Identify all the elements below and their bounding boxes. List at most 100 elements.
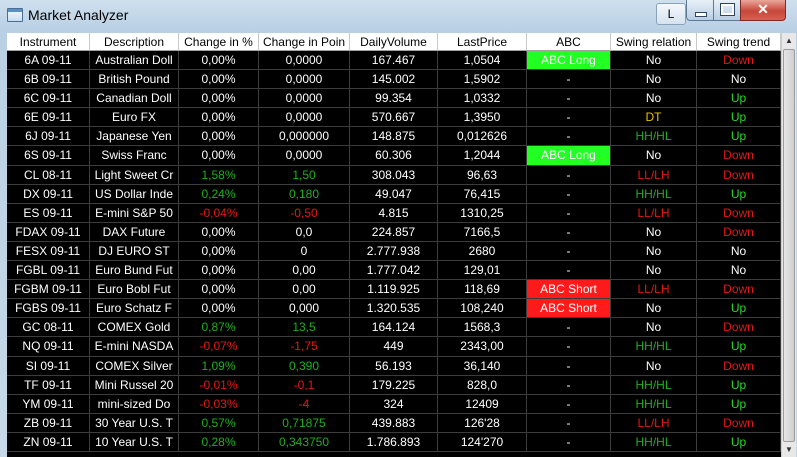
cell-description: Canadian Doll bbox=[90, 89, 179, 109]
cell-change-points: 0,180 bbox=[259, 184, 350, 204]
cell-change-points: 0,00 bbox=[259, 280, 350, 300]
table-row[interactable]: 6A 09-11 Australian Doll 0,00% 0,0000 167.46… bbox=[7, 51, 781, 71]
cell-swing-trend: No bbox=[697, 241, 781, 262]
column-header-daily-volume[interactable]: DailyVolume bbox=[350, 33, 438, 51]
cell-last-price: 1568,3 bbox=[438, 318, 527, 338]
cell-change-points: 0,000 bbox=[259, 299, 350, 319]
cell-change-pct: -0,07% bbox=[179, 337, 259, 357]
grid-header: Instrument Description Change in % Chang… bbox=[7, 33, 781, 51]
cell-swing-relation: No bbox=[611, 299, 697, 319]
scroll-down-arrow-icon[interactable]: ▼ bbox=[782, 442, 796, 457]
cell-swing-relation: LL/LH bbox=[611, 203, 697, 223]
table-row[interactable]: ZB 09-11 30 Year U.S. T 0,57% 0,71875 439.88… bbox=[7, 413, 781, 433]
table-row[interactable]: FGBS 09-11 Euro Schatz F 0,00% 0,000 1.320.5… bbox=[7, 299, 781, 319]
cell-swing-trend: Down bbox=[697, 51, 781, 71]
table-row[interactable]: 6B 09-11 British Pound 0,00% 0,0000 145.002 1… bbox=[7, 70, 781, 90]
cell-change-pct: 0,28% bbox=[179, 432, 259, 452]
table-row[interactable]: FGBL 09-11 Euro Bund Fut 0,00% 0,00 1.777.04… bbox=[7, 261, 781, 281]
cell-instrument: NQ 09-11 bbox=[7, 337, 90, 357]
link-button[interactable]: L bbox=[656, 3, 686, 25]
cell-description: US Dollar Inde bbox=[90, 184, 179, 204]
table-row[interactable]: TF 09-11 Mini Russel 20 -0,01% -0,1 179.225 8… bbox=[7, 375, 781, 395]
table-row[interactable]: FDAX 09-11 DAX Future 0,00% 0,0 224.857 7166,… bbox=[7, 222, 781, 242]
cell-change-pct: -0,04% bbox=[179, 203, 259, 223]
cell-abc: - bbox=[527, 165, 611, 185]
cell-daily-volume: 224.857 bbox=[350, 222, 438, 242]
close-button[interactable]: ✕ bbox=[740, 0, 786, 21]
cell-change-points: -0,1 bbox=[259, 375, 350, 395]
cell-daily-volume: 99.354 bbox=[350, 89, 438, 109]
cell-abc: - bbox=[527, 89, 611, 109]
table-row[interactable]: YM 09-11 mini-sized Do -0,03% -4 324 12409- HH… bbox=[7, 394, 781, 414]
cell-last-price: 124'270 bbox=[438, 432, 527, 452]
cell-change-points: 0 bbox=[259, 241, 350, 262]
column-header-instrument[interactable]: Instrument bbox=[7, 33, 90, 51]
table-row[interactable]: 6S 09-11 Swiss Franc 0,00% 0,0000 60.306 1,20… bbox=[7, 146, 781, 166]
cell-description: DAX Future bbox=[90, 222, 179, 242]
cell-swing-relation: No bbox=[611, 222, 697, 242]
cell-change-points: 0,343750 bbox=[259, 432, 350, 452]
cell-change-pct: 0,00% bbox=[179, 51, 259, 71]
cell-change-points: 0,71875 bbox=[259, 413, 350, 433]
minimize-button[interactable] bbox=[686, 0, 714, 21]
cell-swing-trend: Up bbox=[697, 127, 781, 147]
cell-swing-relation: HH/HL bbox=[611, 375, 697, 395]
column-header-description[interactable]: Description bbox=[90, 33, 179, 51]
cell-last-price: 118,69 bbox=[438, 280, 527, 300]
column-header-change-points[interactable]: Change in Poin bbox=[259, 33, 350, 51]
cell-swing-trend: No bbox=[697, 70, 781, 90]
cell-change-pct: 0,00% bbox=[179, 222, 259, 242]
column-header-swing-trend[interactable]: Swing trend bbox=[697, 33, 781, 51]
cell-swing-trend: Down bbox=[697, 146, 781, 166]
cell-last-price: 1,3950 bbox=[438, 108, 527, 128]
cell-change-points: 1,50 bbox=[259, 165, 350, 185]
cell-description: E-mini NASDA bbox=[90, 337, 179, 357]
scroll-up-arrow-icon[interactable]: ▲ bbox=[782, 33, 796, 48]
cell-daily-volume: 148.875 bbox=[350, 127, 438, 147]
table-row[interactable]: 6E 09-11 Euro FX 0,00% 0,0000 570.667 1,3950-… bbox=[7, 108, 781, 128]
cell-daily-volume: 49.047 bbox=[350, 184, 438, 204]
cell-daily-volume: 1.777.042 bbox=[350, 261, 438, 281]
table-row[interactable]: 6C 09-11 Canadian Doll 0,00% 0,0000 99.354 1,… bbox=[7, 89, 781, 109]
cell-abc: - bbox=[527, 241, 611, 262]
table-row[interactable]: DX 09-11 US Dollar Inde 0,24% 0,180 49.047 76… bbox=[7, 184, 781, 204]
cell-swing-trend: Up bbox=[697, 432, 781, 452]
cell-description: Light Sweet Cr bbox=[90, 165, 179, 185]
cell-change-pct: 0,00% bbox=[179, 280, 259, 300]
cell-description: Australian Doll bbox=[90, 51, 179, 71]
cell-instrument: FGBM 09-11 bbox=[7, 280, 90, 300]
vertical-scrollbar[interactable]: ▲ ▼ bbox=[781, 33, 796, 457]
table-row[interactable]: ES 09-11 E-mini S&P 50 -0,04% -0,50 4.815 131… bbox=[7, 203, 781, 223]
table-row[interactable]: 6J 09-11 Japanese Yen 0,00% 0,000000 148.875… bbox=[7, 127, 781, 147]
table-row[interactable]: FGBM 09-11 Euro Bobl Fut 0,00% 0,00 1.119.92… bbox=[7, 280, 781, 300]
cell-change-points: -4 bbox=[259, 394, 350, 414]
cell-swing-relation: HH/HL bbox=[611, 184, 697, 204]
column-header-last-price[interactable]: LastPrice bbox=[438, 33, 527, 51]
cell-change-pct: 0,24% bbox=[179, 184, 259, 204]
cell-change-pct: 1,09% bbox=[179, 356, 259, 376]
table-row[interactable]: CL 08-11 Light Sweet Cr 1,58% 1,50 308.043 96… bbox=[7, 165, 781, 185]
column-header-swing-relation[interactable]: Swing relation bbox=[611, 33, 697, 51]
table-row[interactable]: NQ 09-11 E-mini NASDA -0,07% -1,75 449 2343,0… bbox=[7, 337, 781, 357]
cell-description: E-mini S&P 50 bbox=[90, 203, 179, 223]
cell-daily-volume: 164.124 bbox=[350, 318, 438, 338]
table-row[interactable]: GC 08-11 COMEX Gold 0,87% 13,5 164.124 1568,3… bbox=[7, 318, 781, 338]
cell-daily-volume: 56.193 bbox=[350, 356, 438, 376]
column-header-change-pct[interactable]: Change in % bbox=[179, 33, 259, 51]
cell-description: Swiss Franc bbox=[90, 146, 179, 166]
title-bar[interactable]: Market Analyzer L ✕ bbox=[0, 0, 797, 30]
cell-change-points: 0,0000 bbox=[259, 89, 350, 109]
cell-change-pct: 0,87% bbox=[179, 318, 259, 338]
cell-swing-trend: Up bbox=[697, 394, 781, 414]
cell-daily-volume: 570.667 bbox=[350, 108, 438, 128]
table-row[interactable]: SI 09-11 COMEX Silver 1,09% 0,390 56.193 36,1… bbox=[7, 356, 781, 376]
cell-abc: - bbox=[527, 222, 611, 242]
table-row[interactable]: FESX 09-11 DJ EURO ST 0,00% 0 2.777.938 2680-… bbox=[7, 241, 781, 262]
column-header-abc[interactable]: ABC bbox=[527, 33, 611, 51]
cell-change-pct: 0,00% bbox=[179, 127, 259, 147]
maximize-button[interactable] bbox=[713, 0, 741, 21]
scroll-thumb[interactable] bbox=[783, 49, 795, 442]
cell-change-points: 0,390 bbox=[259, 356, 350, 376]
table-row[interactable]: ZN 09-11 10 Year U.S. T 0,28% 0,343750 1.786… bbox=[7, 432, 781, 452]
cell-last-price: 129,01 bbox=[438, 261, 527, 281]
